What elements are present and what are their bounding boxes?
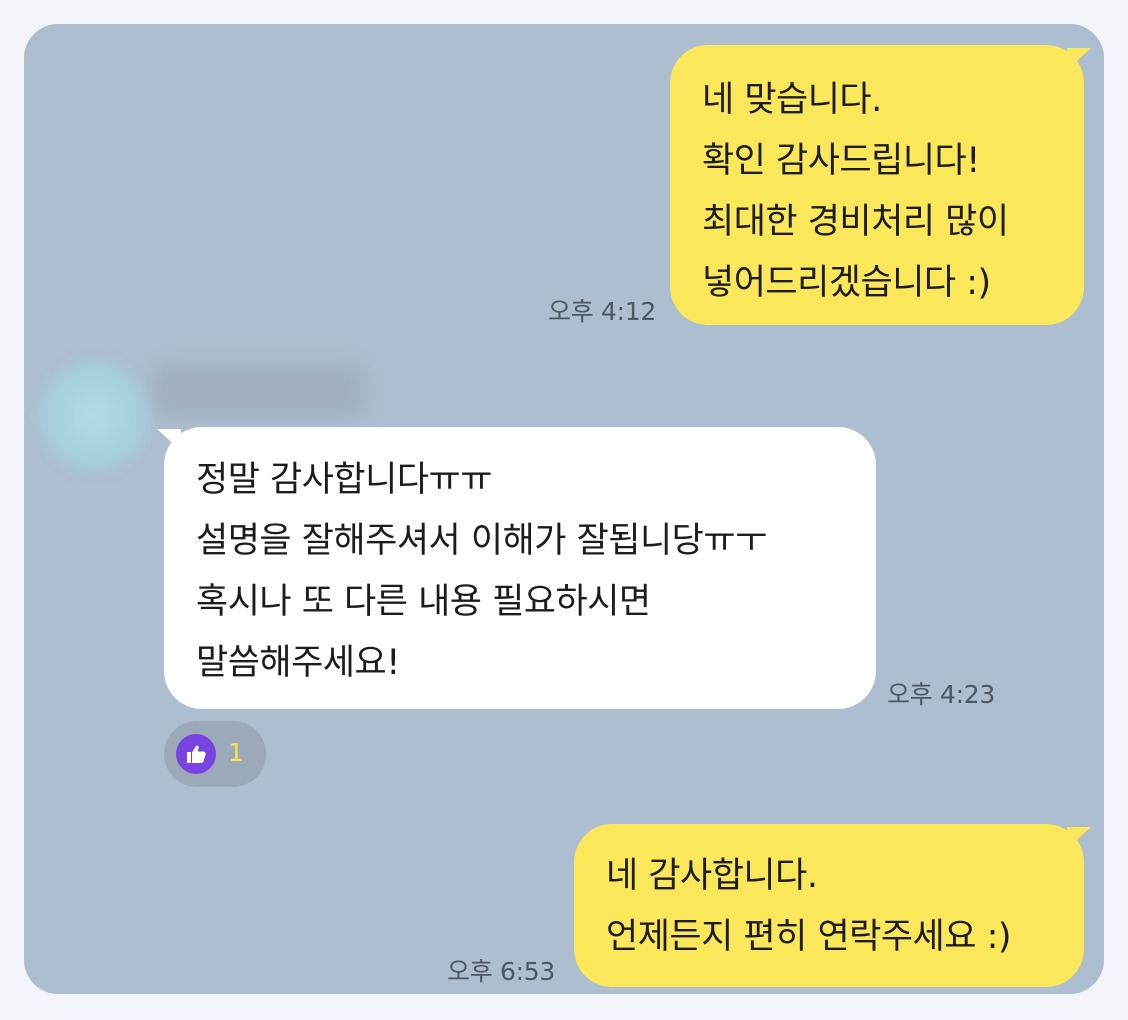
message-line: 네 맞습니다. <box>702 80 882 120</box>
message-line: 설명을 잘해주셔서 이해가 잘됩니당ㅠㅜ <box>196 521 767 561</box>
message-line: 넣어드리겠습니다 :) <box>702 263 991 303</box>
message-line: 정말 감사합니다ㅠㅠ <box>196 460 492 500</box>
thumbs-up-icon <box>176 734 216 774</box>
reaction-badge[interactable]: 1 <box>164 721 266 787</box>
message-time: 오후 4:23 <box>887 680 995 709</box>
bubble-tail <box>1067 48 1091 70</box>
message-bubble-sent[interactable]: 네 감사합니다. 언제든지 편히 연락주세요 :) <box>574 824 1084 987</box>
screenshot-frame: 네 맞습니다. 확인 감사드립니다! 최대한 경비처리 많이 넣어드리겠습니다 … <box>0 0 1128 1020</box>
sender-name <box>154 366 364 416</box>
message-bubble-received[interactable]: 정말 감사합니다ㅠㅠ 설명을 잘해주셔서 이해가 잘됩니당ㅠㅜ 혹시나 또 다른… <box>164 427 876 709</box>
avatar[interactable] <box>38 360 150 472</box>
message-time: 오후 6:53 <box>447 957 555 986</box>
message-line: 최대한 경비처리 많이 <box>702 202 1009 242</box>
message-line: 확인 감사드립니다! <box>702 141 980 181</box>
reaction-count: 1 <box>228 738 244 767</box>
chat-window[interactable]: 네 맞습니다. 확인 감사드립니다! 최대한 경비처리 많이 넣어드리겠습니다 … <box>24 24 1104 994</box>
message-line: 언제든지 편히 연락주세요 :) <box>606 917 1012 957</box>
bubble-tail <box>1067 827 1091 849</box>
message-time: 오후 4:12 <box>548 297 656 326</box>
message-bubble-sent[interactable]: 네 맞습니다. 확인 감사드립니다! 최대한 경비처리 많이 넣어드리겠습니다 … <box>670 45 1084 325</box>
message-line: 말씀해주세요! <box>196 643 400 683</box>
message-line: 네 감사합니다. <box>606 856 818 896</box>
message-line: 혹시나 또 다른 내용 필요하시면 <box>196 582 651 622</box>
bubble-tail <box>157 429 181 451</box>
